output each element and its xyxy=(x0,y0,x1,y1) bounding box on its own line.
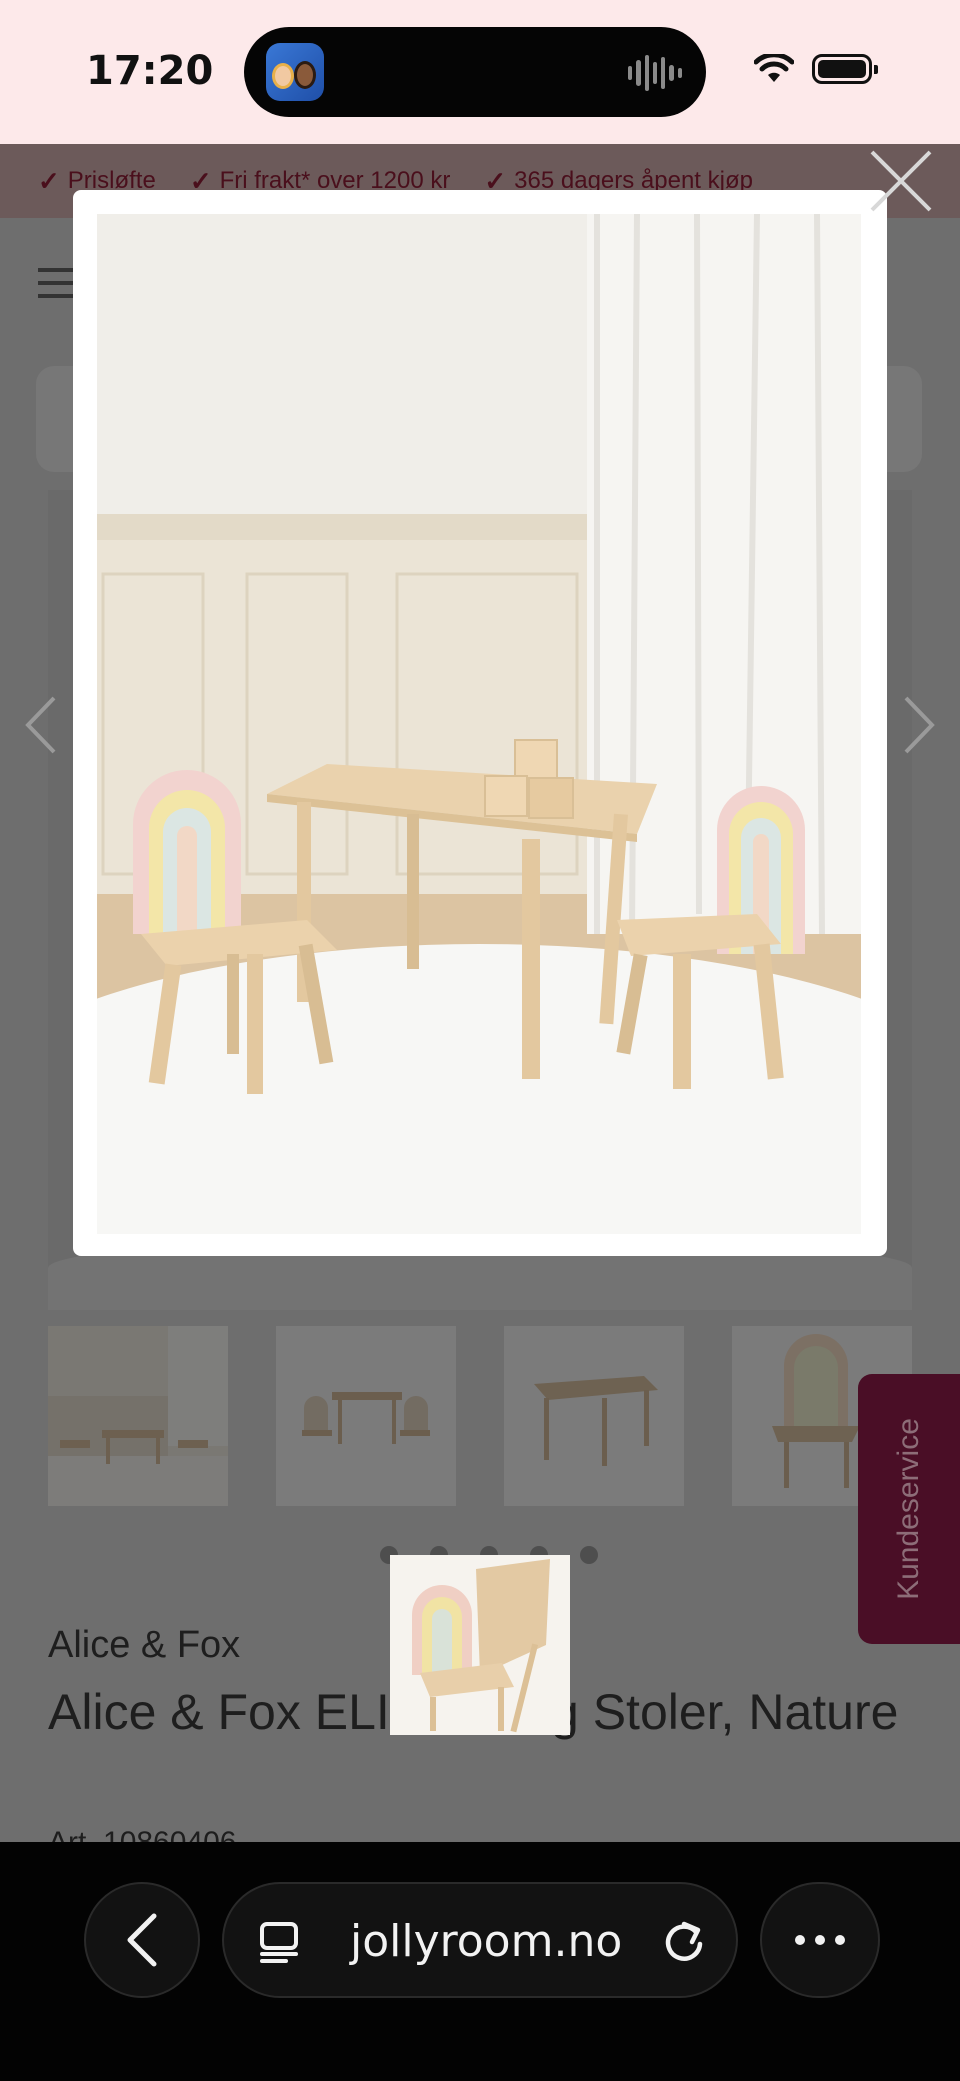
clock: 17:20 xyxy=(86,48,214,94)
battery-full-icon xyxy=(812,54,878,84)
screen: 17:20 ✓ Prisløfte ✓ Fri frakt* over 1200 k… xyxy=(0,0,960,2081)
reload-icon[interactable] xyxy=(660,1918,708,1966)
more-dots-icon xyxy=(795,1935,805,1945)
lightbox-image[interactable] xyxy=(97,214,861,1234)
back-button[interactable] xyxy=(84,1882,200,1998)
wifi-icon xyxy=(754,54,794,82)
close-icon[interactable] xyxy=(866,146,936,216)
more-options-button[interactable] xyxy=(760,1882,880,1998)
customer-service-tab[interactable]: Kundeservice xyxy=(858,1374,960,1644)
address-bar[interactable]: jollyroom.no xyxy=(222,1882,738,1998)
status-bar: 17:20 xyxy=(0,0,960,144)
gallery-thumbnail[interactable] xyxy=(48,1326,228,1506)
dragged-thumbnail[interactable] xyxy=(390,1555,570,1735)
kids-app-icon xyxy=(266,43,324,101)
status-icons xyxy=(754,54,878,84)
audio-waveform-icon xyxy=(628,53,682,93)
product-brand[interactable]: Alice & Fox xyxy=(48,1624,240,1667)
menu-icon[interactable] xyxy=(38,268,78,298)
browser-toolbar: jollyroom.no xyxy=(0,1842,960,2081)
chevron-left-icon[interactable] xyxy=(20,690,60,760)
chevron-right-icon[interactable] xyxy=(900,690,940,760)
dynamic-island[interactable] xyxy=(244,27,706,117)
tab-overview-icon[interactable] xyxy=(258,1920,302,1964)
url-text: jollyroom.no xyxy=(350,1916,623,1967)
chevron-left-icon xyxy=(127,1913,157,1967)
gallery-thumbnail[interactable] xyxy=(504,1326,684,1506)
gallery-thumbnail[interactable] xyxy=(276,1326,456,1506)
carousel-dot[interactable] xyxy=(580,1546,598,1564)
lightbox-modal xyxy=(73,190,887,1256)
check-icon: ✓ xyxy=(38,165,60,196)
